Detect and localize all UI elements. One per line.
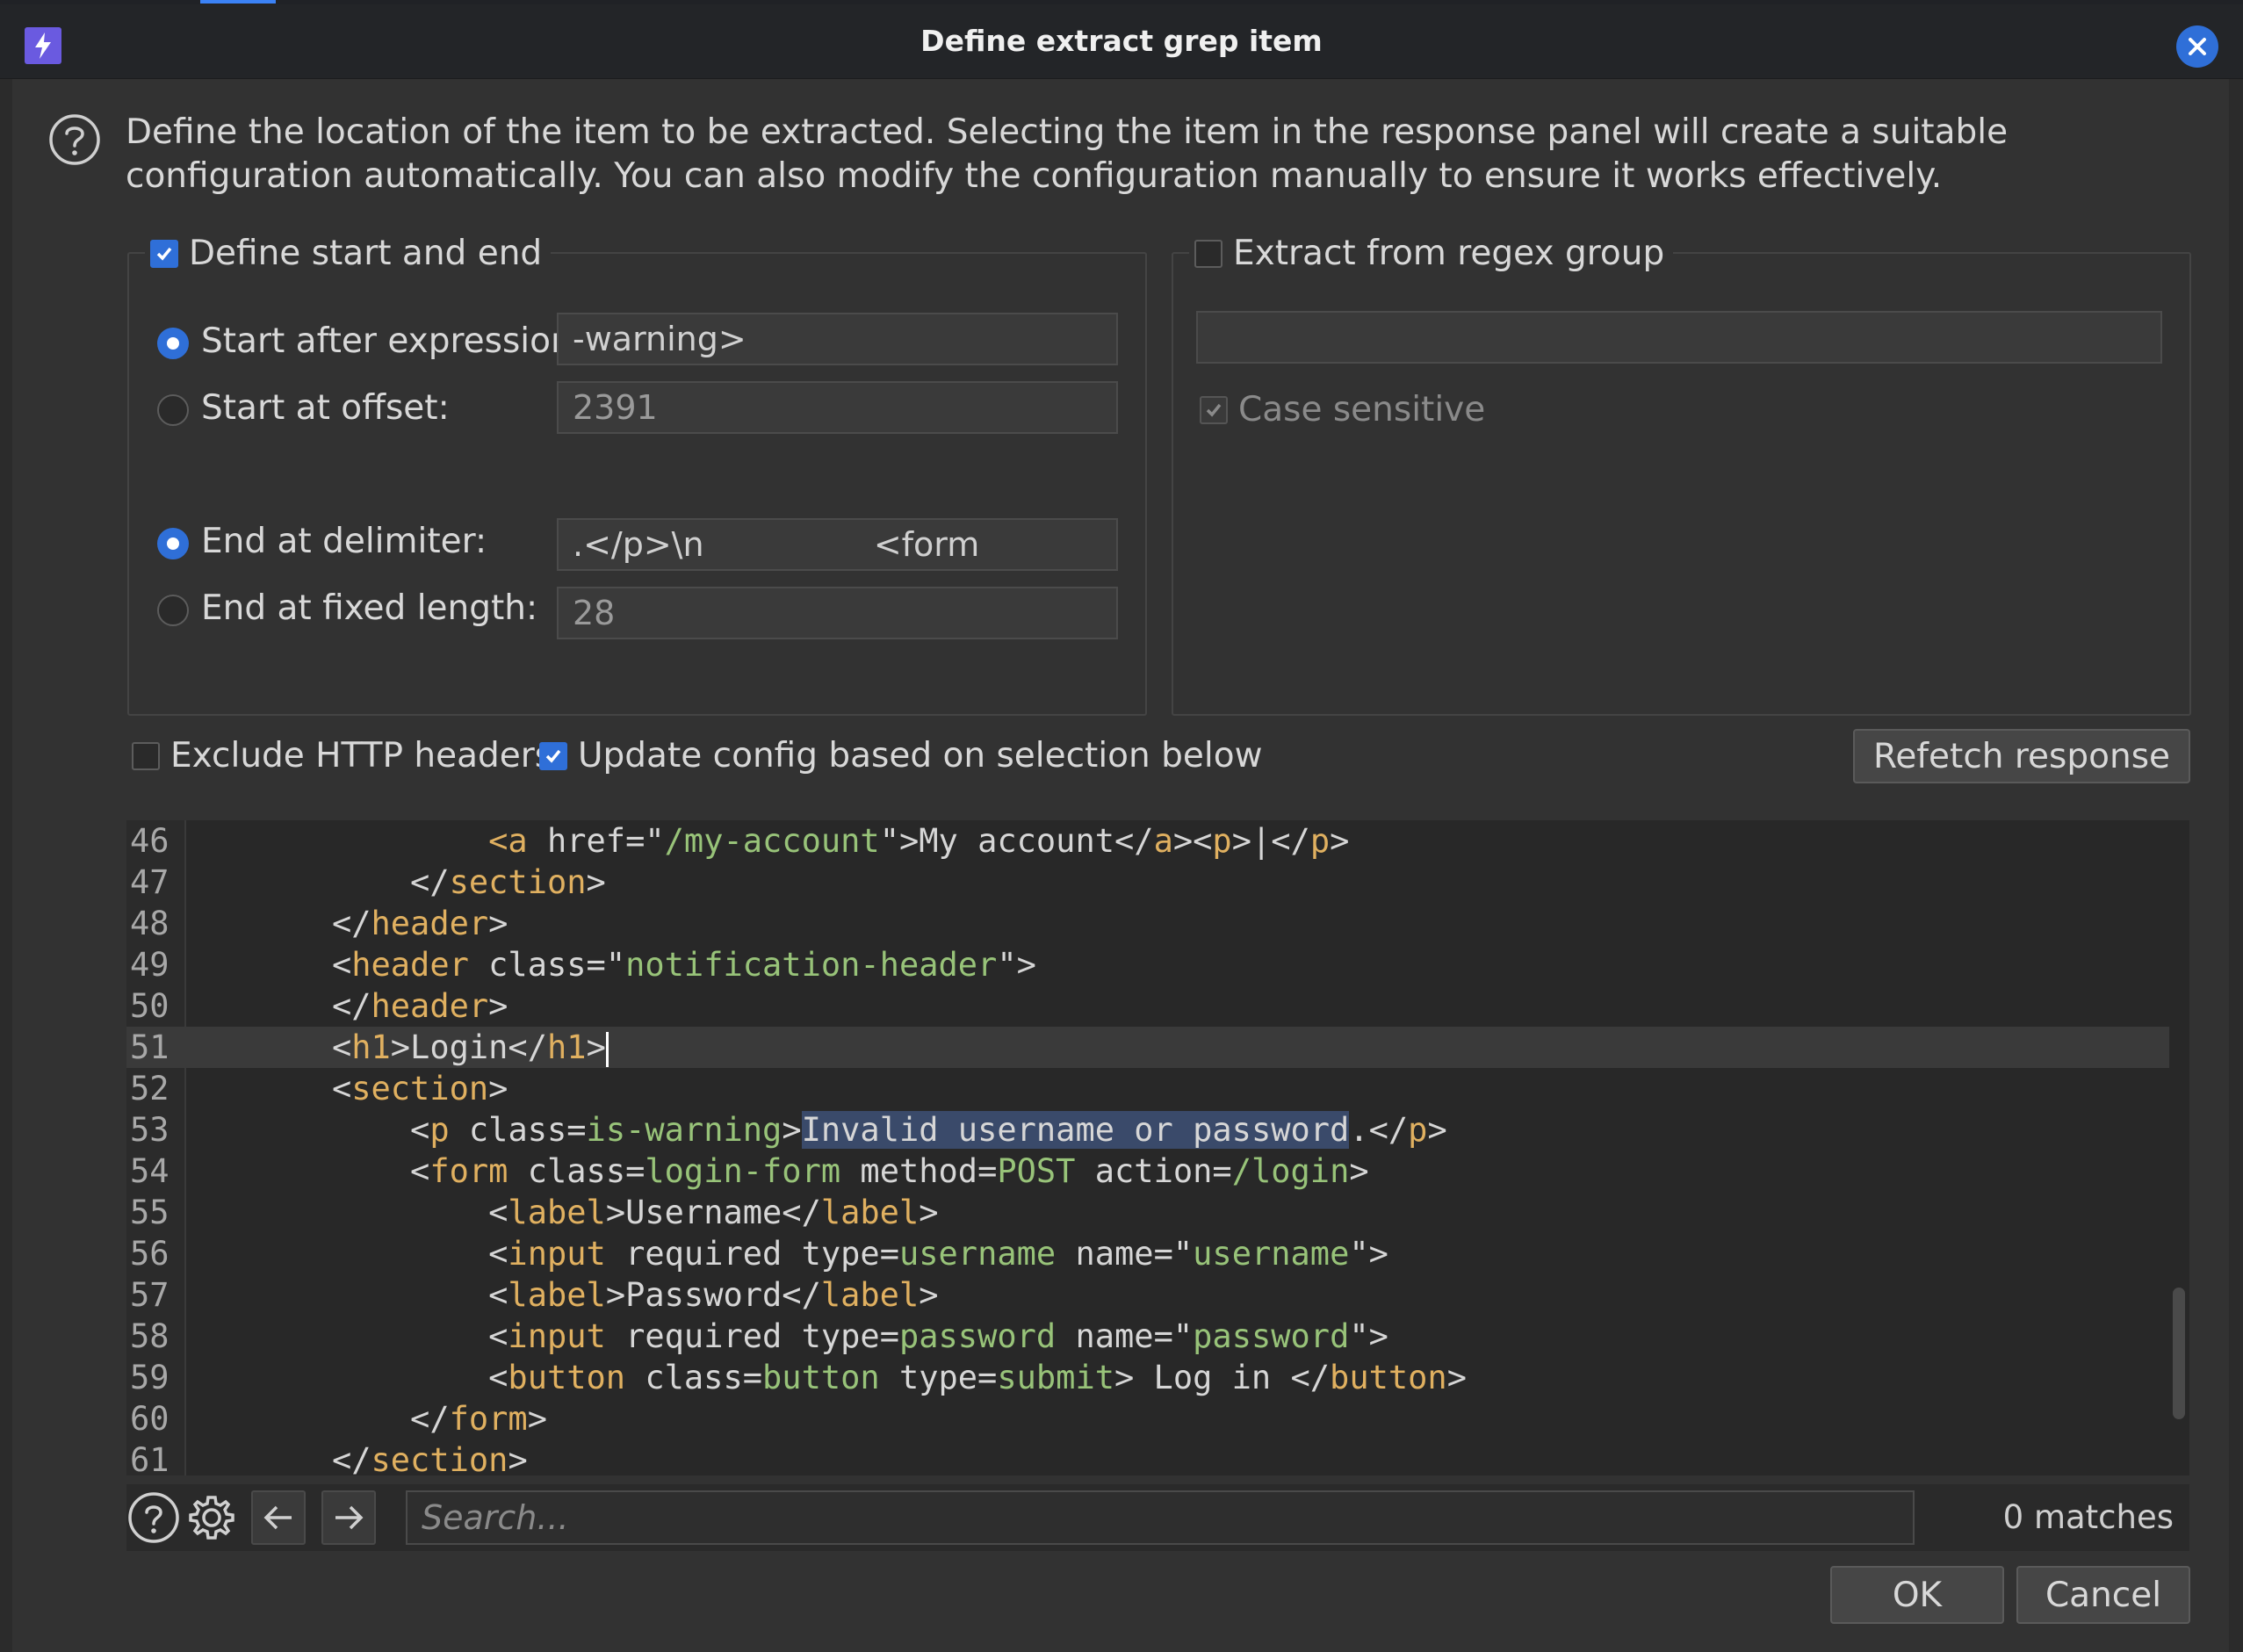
code-line: 59 <button class=button type=submit> Log… (130, 1359, 1467, 1396)
search-input[interactable]: Search... (406, 1490, 1915, 1545)
start-after-radio[interactable] (157, 328, 189, 359)
code-line: 49 <header class="notification-header"> (130, 946, 1036, 984)
start-offset-radio[interactable] (157, 394, 189, 426)
code-line: 54 <form class=login-form method=POST ac… (130, 1152, 1369, 1190)
code-line: 48 </header> (130, 905, 508, 942)
arrow-right-icon (335, 1505, 364, 1530)
arrow-left-icon (263, 1505, 292, 1530)
ok-button[interactable]: OK (1830, 1566, 2004, 1624)
match-count: 0 matches (2002, 1498, 2174, 1536)
code-line: 61 </section> (130, 1441, 528, 1475)
case-sensitive-label: Case sensitive (1238, 390, 1486, 429)
code-line: 58 <input required type=password name="p… (130, 1317, 1388, 1355)
search-bar: Search... 0 matches (126, 1484, 2189, 1551)
define-start-end-checkbox[interactable] (150, 239, 178, 268)
next-match-button[interactable] (321, 1490, 376, 1545)
text-cursor (605, 1031, 609, 1067)
start-after-label: Start after expression: (201, 321, 584, 361)
dialog-title: Define extract grep item (920, 24, 1323, 58)
end-fixed-label: End at fixed length: (201, 588, 538, 628)
exclude-headers-row: Exclude HTTP headers (132, 736, 552, 776)
end-fixed-field[interactable]: 28 (557, 587, 1118, 639)
help-icon[interactable] (126, 1490, 181, 1545)
checkmark-icon (156, 247, 172, 261)
active-tab-indicator (200, 0, 276, 4)
start-offset-field[interactable]: 2391 (557, 381, 1118, 434)
exclude-headers-checkbox[interactable] (132, 741, 160, 770)
checkmark-icon (1206, 403, 1222, 417)
end-delimiter-radio[interactable] (157, 528, 189, 559)
update-config-checkbox[interactable] (539, 741, 567, 770)
update-config-label: Update config based on selection below (578, 736, 1263, 776)
exclude-headers-label: Exclude HTTP headers (170, 736, 553, 776)
checkmark-icon (545, 749, 561, 763)
regex-label: Extract from regex group (1233, 234, 1665, 273)
code-line-current: 51 <h1>Login</h1> (126, 1027, 2169, 1068)
case-sensitive-row: Case sensitive (1200, 390, 1485, 429)
code-line: 60 </form> (130, 1400, 547, 1438)
code-line: 46 <a href="/my-account">My account</a><… (130, 822, 1350, 860)
help-icon (47, 112, 102, 170)
update-config-row: Update config based on selection below (539, 736, 1263, 776)
regex-checkbox[interactable] (1194, 239, 1222, 268)
regex-field[interactable] (1196, 311, 2162, 364)
refetch-response-button[interactable]: Refetch response (1853, 729, 2190, 783)
code-line: 52 <section> (130, 1070, 508, 1107)
code-line: 50 </header> (130, 987, 508, 1025)
code-line: 53 <p class=is-warning>Invalid username … (130, 1111, 1447, 1149)
description-text: Define the location of the item to be ex… (126, 112, 2009, 196)
end-delimiter-label: End at delimiter: (201, 522, 487, 561)
start-after-field[interactable]: -warning> (557, 313, 1118, 365)
gear-icon[interactable] (184, 1490, 239, 1545)
case-sensitive-checkbox[interactable] (1200, 395, 1228, 424)
response-editor[interactable]: 46 <a href="/my-account">My account</a><… (126, 820, 2189, 1475)
code-line: 56 <input required type=username name="u… (130, 1235, 1388, 1273)
start-offset-label: Start at offset: (201, 388, 450, 428)
regex-legend: Extract from regex group (1189, 234, 1674, 273)
close-icon (2189, 38, 2206, 55)
start-end-legend: Define start and end (145, 234, 552, 273)
editor-scrollbar[interactable] (2173, 1288, 2185, 1419)
close-button[interactable] (2176, 25, 2218, 68)
code-line: 47 </section> (130, 863, 606, 901)
selected-text: Invalid username or password (801, 1111, 1350, 1149)
code-line: 55 <label>Username</label> (130, 1194, 939, 1231)
code-line: 57 <label>Password</label> (130, 1276, 939, 1314)
cancel-button[interactable]: Cancel (2016, 1566, 2190, 1624)
previous-match-button[interactable] (251, 1490, 306, 1545)
end-fixed-radio[interactable] (157, 595, 189, 626)
end-delimiter-field[interactable]: .</p>\n <form (557, 518, 1118, 571)
define-start-end-label: Define start and end (189, 234, 543, 273)
title-bar: Define extract grep item (0, 4, 2243, 79)
